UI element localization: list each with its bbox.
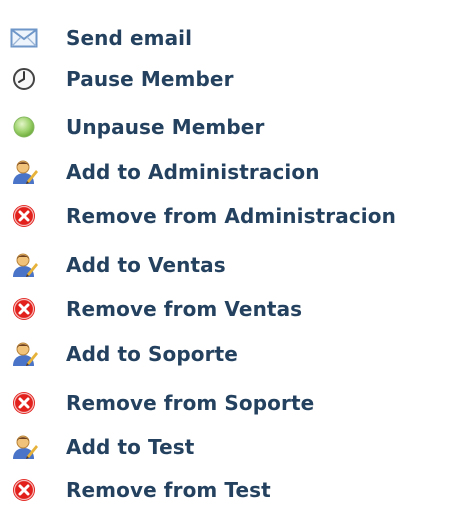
menu-item-label: Remove from Soporte	[66, 391, 315, 415]
menu-item-label: Unpause Member	[66, 115, 265, 139]
menu-item-label: Add to Test	[66, 435, 195, 459]
remove-from-test-item[interactable]: Remove from Test	[0, 470, 461, 506]
add-to-test-item[interactable]: Add to Test	[0, 427, 461, 467]
add-user-icon	[10, 158, 38, 186]
remove-icon	[10, 202, 38, 230]
add-user-icon	[10, 433, 38, 461]
add-to-administracion-item[interactable]: Add to Administracion	[0, 152, 461, 192]
add-to-ventas-item[interactable]: Add to Ventas	[0, 245, 461, 285]
menu-item-label: Add to Administracion	[66, 160, 320, 184]
pause-member-item[interactable]: Pause Member	[0, 59, 461, 99]
green-circle-icon	[10, 113, 38, 141]
menu-item-label: Remove from Test	[66, 478, 271, 502]
add-user-icon	[10, 251, 38, 279]
remove-icon	[10, 295, 38, 323]
menu-item-label: Add to Soporte	[66, 342, 238, 366]
menu-item-label: Remove from Ventas	[66, 297, 303, 321]
remove-from-soporte-item[interactable]: Remove from Soporte	[0, 383, 461, 423]
remove-from-administracion-item[interactable]: Remove from Administracion	[0, 196, 461, 236]
send-email-item[interactable]: Send email	[0, 18, 461, 58]
unpause-member-item[interactable]: Unpause Member	[0, 107, 461, 147]
menu-item-label: Remove from Administracion	[66, 204, 396, 228]
add-user-icon	[10, 340, 38, 368]
menu-item-label: Pause Member	[66, 67, 234, 91]
remove-from-ventas-item[interactable]: Remove from Ventas	[0, 289, 461, 329]
remove-icon	[10, 389, 38, 417]
add-to-soporte-item[interactable]: Add to Soporte	[0, 334, 461, 374]
member-actions-menu: Send email Pause Member Unpause Member A…	[0, 0, 461, 506]
envelope-icon	[10, 24, 38, 52]
menu-item-label: Send email	[66, 26, 193, 50]
clock-icon	[10, 65, 38, 93]
remove-icon	[10, 476, 38, 504]
menu-item-label: Add to Ventas	[66, 253, 226, 277]
